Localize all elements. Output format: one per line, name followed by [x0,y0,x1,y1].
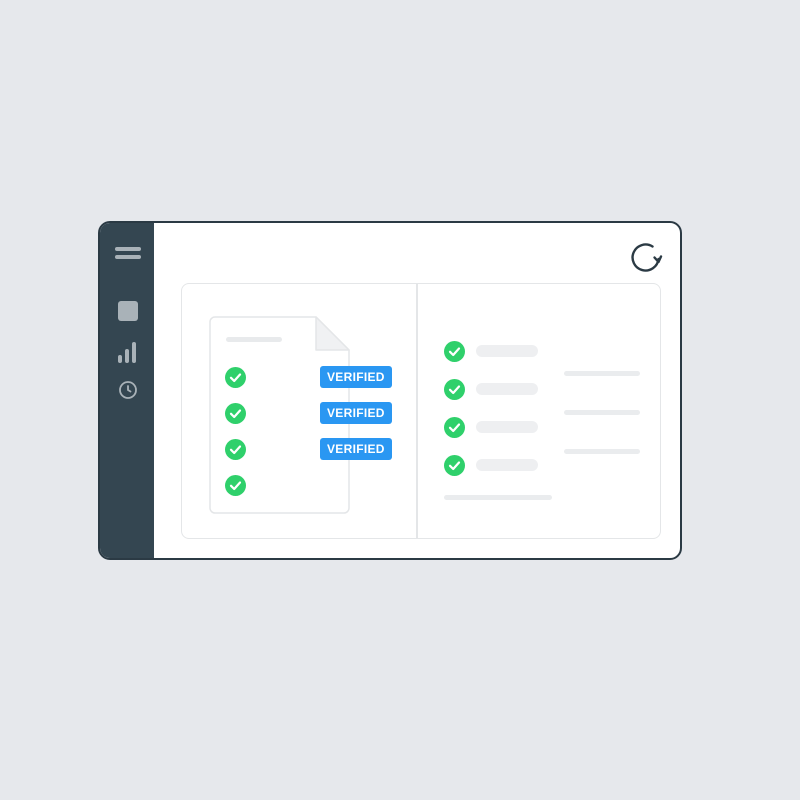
verified-badge: VERIFIED [320,366,392,388]
verified-badge: VERIFIED [320,402,392,424]
bar-chart-icon[interactable] [116,341,140,363]
checklist-item-placeholder [476,421,538,433]
app-window: VERIFIED VERIFIED VERIFIED [98,221,682,560]
summary-line-placeholder [444,495,552,500]
content-panel: VERIFIED VERIFIED VERIFIED [181,283,661,539]
document-card: VERIFIED VERIFIED VERIFIED [209,316,392,514]
check-icon [444,379,465,400]
check-icon [225,367,246,388]
square-icon[interactable] [118,301,138,321]
document-title-line [226,337,282,342]
panel-divider [416,284,418,538]
check-icon [444,417,465,438]
check-icon [444,455,465,476]
detail-line-placeholder [564,371,640,376]
check-icon [225,439,246,460]
sidebar [100,223,154,558]
check-icon [444,341,465,362]
menu-icon[interactable] [115,247,141,263]
verified-badge: VERIFIED [320,438,392,460]
checklist-item-placeholder [476,345,538,357]
checklist-item-placeholder [476,383,538,395]
refresh-icon[interactable] [629,240,663,274]
clock-icon[interactable] [118,380,138,400]
detail-line-placeholder [564,410,640,415]
detail-line-placeholder [564,449,640,454]
check-icon [225,403,246,424]
checklist-item-placeholder [476,459,538,471]
check-icon [225,475,246,496]
